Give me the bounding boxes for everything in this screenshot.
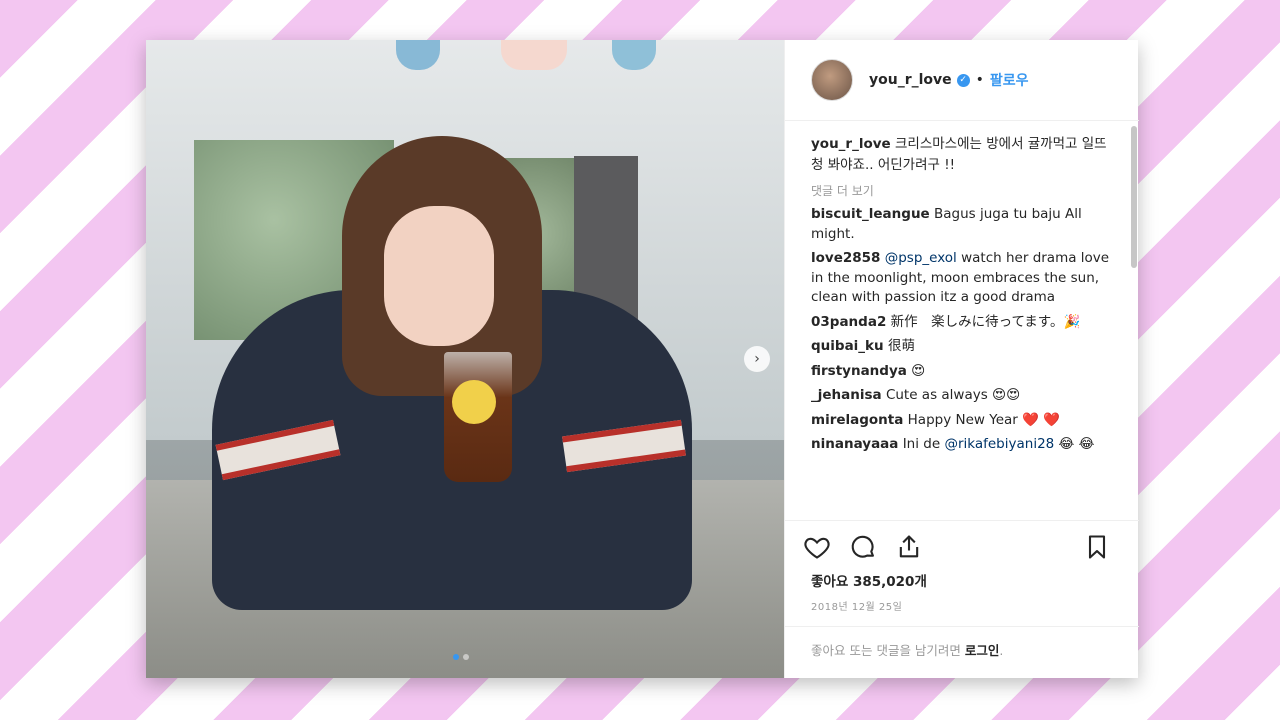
comment-mention[interactable]: @psp_exol (885, 250, 957, 266)
share-icon[interactable] (895, 533, 923, 561)
post-date: 2018년 12월 25일 (811, 602, 903, 613)
post-sidebar: you_r_love ✓ • 팔로우 you_r_love 크리스마스에는 방에… (784, 40, 1139, 678)
avatar[interactable] (811, 59, 853, 101)
login-prompt-text: 좋아요 또는 댓글을 남기려면 (811, 643, 961, 658)
comment-text-prefix: Ini de (902, 436, 941, 452)
carousel-dot[interactable] (453, 654, 459, 660)
login-prompt: 좋아요 또는 댓글을 남기려면 로그인. (785, 626, 1139, 678)
comment-username[interactable]: 03panda2 (811, 314, 886, 330)
carousel-dot[interactable] (463, 654, 469, 660)
comment-text: Happy New Year ❤️ ❤️ (907, 411, 1061, 428)
view-more-comments-button[interactable]: 댓글 더 보기 (811, 182, 1115, 199)
instagram-post: › you_r_love ✓ • 팔로우 you_r_love 크리스마스에는 … (146, 40, 1139, 678)
comment-username[interactable]: firstynandya (811, 363, 907, 379)
heart-icon[interactable] (803, 533, 831, 561)
cup-sticker (452, 380, 496, 424)
comment-text: 新作 楽しみに待ってます。🎉 (890, 313, 1081, 330)
comment-icon[interactable] (849, 533, 877, 561)
comment: mirelagonta Happy New Year ❤️ ❤️ (811, 411, 1115, 431)
action-bar (785, 520, 1139, 573)
bookmark-icon[interactable] (1083, 533, 1111, 561)
comment: biscuit_leangue Bagus juga tu baju All m… (811, 205, 1115, 244)
comment: ninanayaaa Ini de @rikafebiyani28 😂 😂 (811, 435, 1115, 455)
comments-list[interactable]: you_r_love 크리스마스에는 방에서 귤까먹고 일뜨청 봐야죠.. 어딘… (785, 122, 1139, 520)
comment-username[interactable]: ninanayaaa (811, 436, 898, 452)
carousel-dots (453, 654, 469, 660)
comment: 03panda2 新作 楽しみに待ってます。🎉 (811, 313, 1115, 333)
verified-badge-icon: ✓ (956, 73, 970, 87)
post-header: you_r_love ✓ • 팔로우 (785, 40, 1139, 121)
caption: you_r_love 크리스마스에는 방에서 귤까먹고 일뜨청 봐야죠.. 어딘… (811, 134, 1115, 176)
comment-text: 😂 😂 (1058, 436, 1095, 452)
comment-text: 很萌 (887, 338, 915, 354)
comment-username[interactable]: mirelagonta (811, 412, 903, 428)
comment-username[interactable]: biscuit_leangue (811, 206, 930, 222)
comment: quibai_ku 很萌 (811, 337, 1115, 357)
comments-scrollbar[interactable] (1131, 126, 1137, 268)
login-prompt-suffix: . (999, 643, 1004, 658)
login-link[interactable]: 로그인 (965, 643, 1000, 658)
username-link[interactable]: you_r_love (869, 72, 952, 88)
follow-button[interactable]: 팔로우 (990, 70, 1029, 90)
chevron-right-icon[interactable]: › (744, 346, 770, 372)
likes-count[interactable]: 좋아요 385,020개 (811, 570, 927, 590)
comment-mention[interactable]: @rikafebiyani28 (944, 436, 1054, 452)
comment-text: Cute as always 😍😍 (885, 387, 1021, 403)
separator-dot: • (975, 72, 984, 88)
comment: firstynandya 😍 (811, 362, 1115, 382)
comment-username[interactable]: _jehanisa (811, 387, 882, 403)
pendant-lamp (501, 40, 567, 70)
comment-username[interactable]: quibai_ku (811, 338, 884, 354)
comment-username[interactable]: love2858 (811, 250, 880, 266)
post-photo[interactable]: › (146, 40, 784, 678)
comment: _jehanisa Cute as always 😍😍 (811, 386, 1115, 406)
caption-username[interactable]: you_r_love (811, 136, 891, 152)
photo-face (384, 206, 494, 346)
comment-text: 😍 (911, 362, 926, 379)
comment: love2858 @psp_exol watch her drama love … (811, 249, 1115, 308)
